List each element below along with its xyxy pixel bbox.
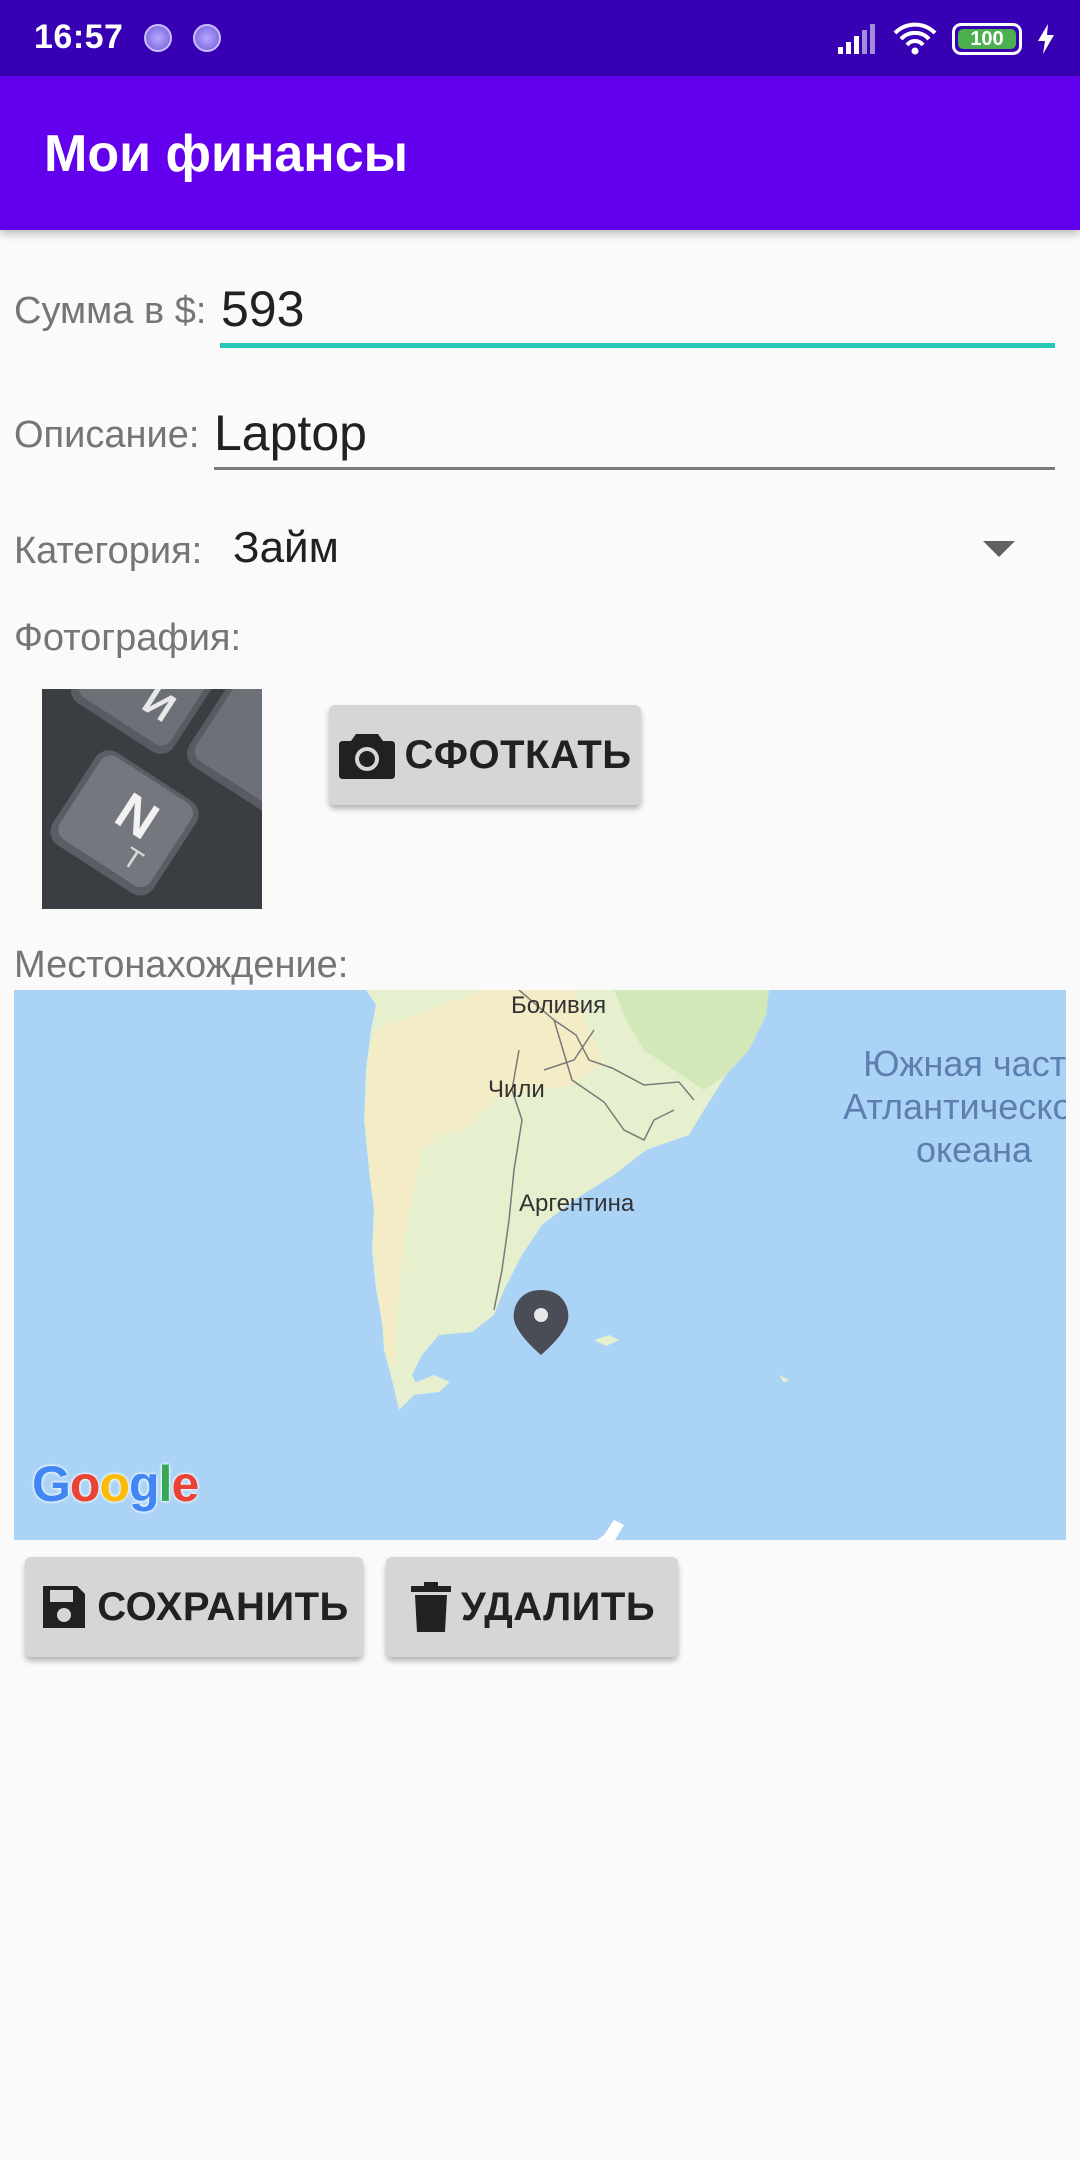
category-spinner[interactable]: Займ — [233, 523, 339, 573]
map-label-argentina: Аргентина — [519, 1190, 635, 1217]
description-input-underline — [214, 467, 1055, 470]
app-title: Мои финансы — [44, 125, 409, 183]
location-label: Местонахождение: — [14, 944, 349, 986]
google-logo: Google — [32, 1455, 199, 1513]
take-photo-label: СФОТКАТЬ — [404, 732, 632, 777]
photo-thumbnail: И N Т — [42, 689, 262, 909]
delete-button[interactable]: УДАЛИТЬ — [386, 1557, 678, 1657]
battery-icon: 100 — [952, 23, 1022, 55]
category-label: Категория: — [14, 530, 203, 572]
description-input[interactable]: Laptop — [214, 404, 367, 462]
save-button[interactable]: СОХРАНИТЬ — [25, 1557, 363, 1657]
status-bar: 16:57 100 — [0, 0, 1080, 76]
take-photo-button[interactable]: СФОТКАТЬ — [329, 705, 641, 805]
dropdown-arrow-icon[interactable] — [983, 541, 1015, 557]
amount-input-underline — [220, 343, 1055, 348]
charging-icon — [1038, 24, 1054, 54]
app-bar: Мои финансы — [0, 76, 1080, 230]
map-label-chile: Чили — [488, 1076, 545, 1103]
map-view[interactable]: Боливия Чили Аргентина Южная часть Атлан… — [14, 990, 1066, 1540]
notification-icon — [193, 24, 221, 52]
trash-icon — [410, 1582, 451, 1632]
amount-input[interactable]: 593 — [221, 280, 304, 338]
google-logo-text: Google — [32, 1456, 199, 1512]
battery-level: 100 — [970, 27, 1004, 50]
wifi-icon — [893, 22, 937, 55]
signal-icon — [838, 24, 875, 54]
ocean-label-line2: Атлантического — [843, 1086, 1066, 1127]
save-button-label: СОХРАНИТЬ — [97, 1584, 349, 1629]
camera-icon — [339, 734, 396, 779]
status-icons: 100 — [836, 20, 1056, 58]
notification-icon — [144, 24, 172, 52]
status-time: 16:57 — [34, 18, 124, 56]
ocean-label-line1: Южная часть — [863, 1043, 1066, 1084]
save-icon — [43, 1586, 86, 1628]
description-label: Описание: — [14, 414, 200, 456]
amount-label: Сумма в $: — [14, 290, 207, 332]
photo-label: Фотография: — [14, 617, 242, 659]
ocean-label-line3: океана — [915, 1129, 1033, 1170]
map-marker-icon[interactable] — [513, 1290, 569, 1355]
delete-button-label: УДАЛИТЬ — [460, 1584, 656, 1629]
map-label-bolivia: Боливия — [511, 992, 607, 1019]
map-label-ocean: Южная часть Атлантического океана — [824, 1042, 1066, 1171]
